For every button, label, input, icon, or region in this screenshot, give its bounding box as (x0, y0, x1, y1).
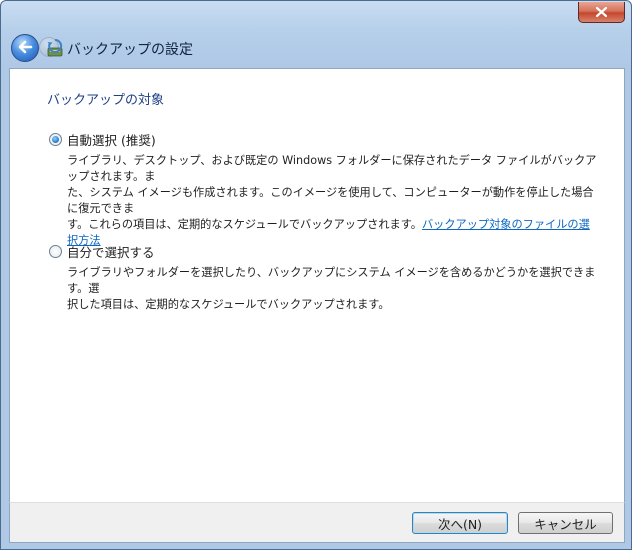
backup-settings-window: バックアップの設定 バックアップの対象 自動選択 (推奨) ライブラリ、デスクト… (0, 0, 632, 550)
section-heading: バックアップの対象 (47, 93, 165, 108)
manual-select-radio[interactable] (49, 245, 62, 258)
content-panel: バックアップの対象 自動選択 (推奨) ライブラリ、デスクトップ、および既定の … (9, 68, 625, 503)
auto-select-description: ライブラリ、デスクトップ、および既定の Windows フォルダーに保存されたデ… (67, 153, 599, 249)
back-arrow-icon (17, 40, 33, 57)
next-button[interactable]: 次へ(N) (412, 512, 508, 534)
description-line: た、システム イメージも作成されます。このイメージを使用して、コンピューターが動… (67, 186, 594, 215)
button-bar: 次へ(N) キャンセル (9, 502, 625, 543)
back-button[interactable] (11, 34, 39, 62)
backup-icon (45, 38, 65, 57)
cancel-button[interactable]: キャンセル (518, 512, 613, 534)
close-icon (596, 7, 607, 17)
manual-select-label[interactable]: 自分で選択する (67, 242, 155, 261)
close-button[interactable] (578, 2, 625, 23)
description-line: ライブラリやフォルダーを選択したり、バックアップにシステム イメージを含めるかど… (67, 266, 596, 295)
description-line: 択した項目は、定期的なスケジュールでバックアップされます。 (67, 298, 390, 311)
description-text: す。これらの項目は、定期的なスケジュールでバックアップされます。 (67, 218, 422, 231)
window-title: バックアップの設定 (67, 42, 193, 58)
manual-select-description: ライブラリやフォルダーを選択したり、バックアップにシステム イメージを含めるかど… (67, 265, 599, 313)
description-line: ライブラリ、デスクトップ、および既定の Windows フォルダーに保存されたデ… (67, 154, 597, 183)
auto-select-label[interactable]: 自動選択 (推奨) (67, 130, 156, 149)
auto-select-radio[interactable] (49, 133, 62, 146)
